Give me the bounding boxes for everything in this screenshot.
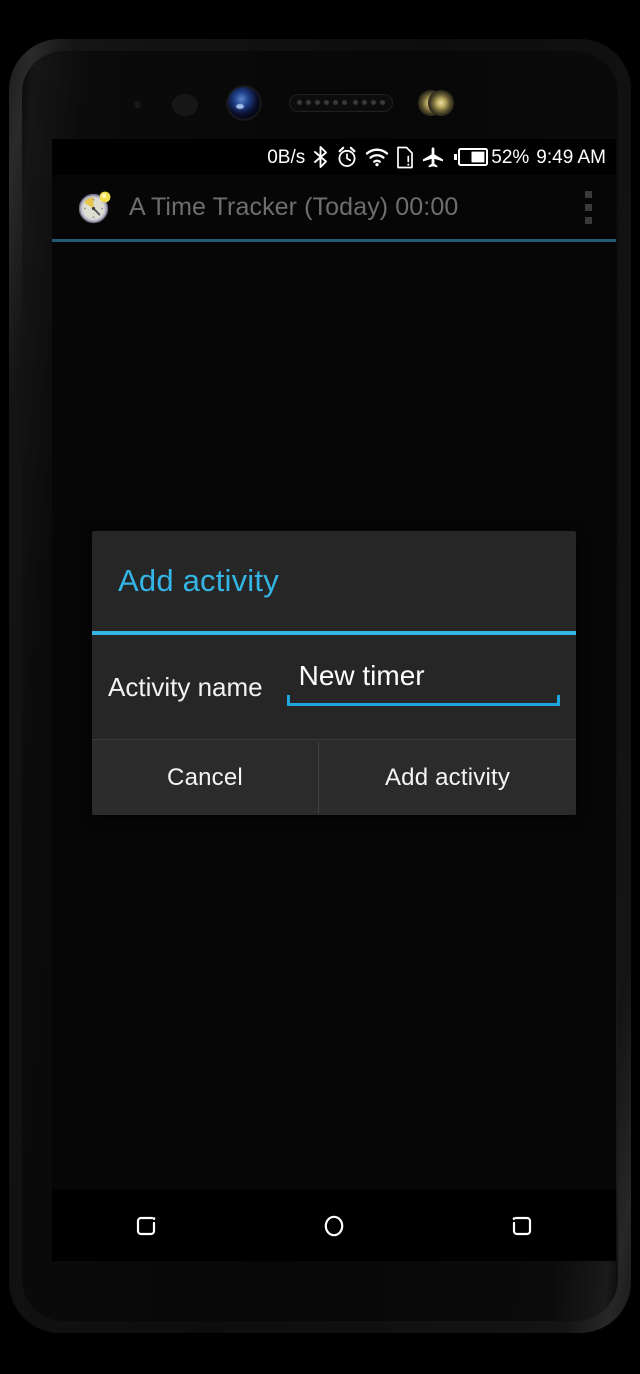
dialog-button-bar: Cancel Add activity (92, 740, 576, 815)
front-dual-led-flash-icon (418, 90, 454, 116)
network-speed-text: 0B/s (267, 146, 306, 168)
dialog-title: Add activity (118, 563, 279, 598)
phone-screen: 0B/s 52% 9:49 AM A Time Tracker (Today) … (52, 139, 616, 1261)
screen-content: 0B/s 52% 9:49 AM A Time Tracker (Today) … (52, 139, 616, 1261)
no-sim-glyph (397, 146, 414, 168)
dialog-title-bar: Add activity (92, 531, 576, 631)
phone-body: 0B/s 52% 9:49 AM A Time Tracker (Today) … (22, 51, 618, 1321)
back-icon (512, 1216, 532, 1235)
home-icon (324, 1215, 344, 1236)
cancel-button[interactable]: Cancel (92, 740, 318, 815)
battery-icon (454, 148, 489, 166)
alarm-glyph (338, 146, 356, 167)
overflow-dot (584, 216, 592, 224)
notification-led-icon (134, 101, 141, 108)
bluetooth-glyph (314, 146, 328, 168)
airplane-mode-icon (421, 146, 445, 169)
overflow-dot (584, 190, 592, 198)
wifi-glyph (366, 148, 389, 167)
bluetooth-icon (312, 146, 329, 168)
recents-button[interactable] (91, 1190, 201, 1261)
status-bar-clock: 9:49 AM (536, 148, 606, 167)
action-bar: A Time Tracker (Today) 00:00 (52, 175, 616, 239)
phone-device: 0B/s 52% 9:49 AM A Time Tracker (Today) … (8, 38, 632, 1334)
home-button[interactable] (279, 1190, 389, 1261)
back-button[interactable] (467, 1190, 577, 1261)
add-activity-button[interactable]: Add activity (319, 740, 576, 815)
wifi-icon (365, 147, 389, 167)
add-activity-dialog: Add activity Activity name New timer Can… (92, 531, 576, 815)
battery-glyph (454, 148, 489, 166)
page-title: A Time Tracker (Today) 00:00 (129, 192, 459, 221)
top-bezel (22, 51, 640, 139)
status-bar[interactable]: 0B/s 52% 9:49 AM (52, 139, 616, 175)
dialog-body: Activity name New timer (92, 635, 576, 739)
proximity-sensor-icon (172, 94, 198, 116)
overflow-menu-button[interactable] (560, 175, 616, 239)
overflow-dot (584, 203, 592, 211)
recents-icon (136, 1216, 156, 1235)
airplane-glyph (423, 146, 444, 167)
battery-percent-text: 52% (491, 146, 530, 168)
input-underline (286, 695, 561, 706)
battery-percent: 52% (491, 148, 529, 167)
network-speed: 0B/s (267, 148, 305, 167)
navigation-bar (52, 1190, 616, 1261)
no-sim-icon (396, 146, 414, 169)
alarm-icon (336, 146, 358, 168)
stopwatch-glyph (78, 191, 111, 224)
activity-name-label: Activity name (108, 671, 263, 702)
clock-text: 9:49 AM (536, 146, 606, 168)
activity-name-value[interactable]: New timer (299, 660, 425, 692)
earpiece-speaker-icon (290, 95, 392, 111)
activity-name-input[interactable]: New timer (286, 660, 561, 714)
stopwatch-icon (77, 189, 113, 225)
front-camera-icon (228, 87, 260, 119)
